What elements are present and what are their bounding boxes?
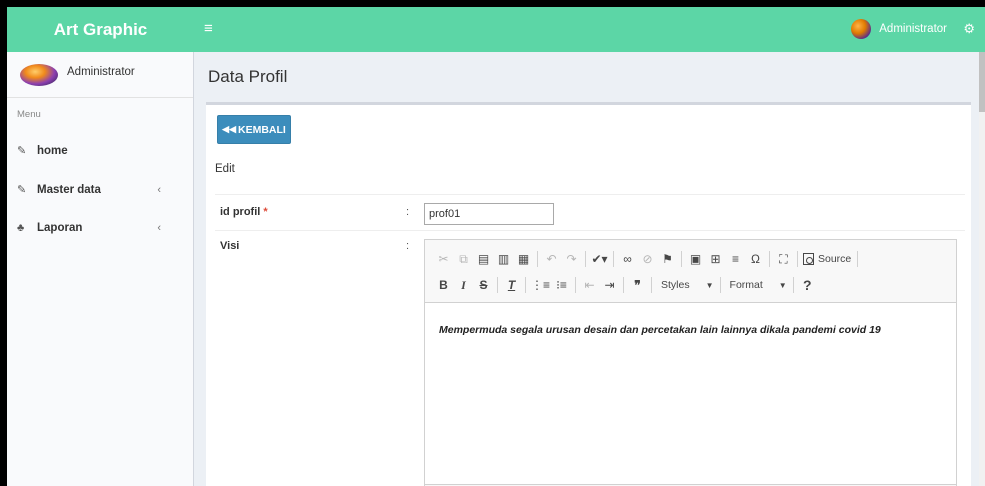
visi-label: Visi (220, 240, 240, 252)
toolbar-separator (585, 251, 586, 267)
copy-icon[interactable]: ⧉ (455, 249, 472, 269)
image-icon[interactable]: ▣ (687, 249, 704, 269)
toolbar-separator (575, 277, 577, 293)
special-char-icon[interactable]: Ω (747, 249, 764, 269)
id-profil-input[interactable] (424, 203, 554, 225)
editor-content[interactable]: Mempermuda segala urusan desain dan perc… (439, 324, 881, 336)
back-button-label: KEMBALI (238, 123, 286, 136)
dropdown-arrow-icon: ▼ (778, 280, 787, 290)
italic-icon[interactable]: I (455, 275, 472, 295)
format-dropdown[interactable]: Format ▼ (726, 275, 791, 295)
sidebar-avatar (20, 64, 58, 86)
sidebar-item-laporan[interactable]: ♣ Laporan ‹ (17, 222, 187, 234)
redo-icon[interactable]: ↷ (563, 249, 580, 269)
toolbar-separator (497, 277, 498, 293)
divider (215, 194, 965, 195)
chevron-left-icon: ‹ (157, 222, 161, 234)
toolbar-separator (769, 251, 770, 267)
format-label: Format (729, 279, 763, 291)
sitemap-icon: ♣ (17, 222, 25, 234)
toolbar-separator (681, 251, 682, 267)
main-content: Data Profil ◀◀ KEMBALI Edit id profil * … (195, 52, 985, 486)
dropdown-arrow-icon: ▼ (705, 280, 714, 290)
user-avatar (851, 19, 872, 39)
toolbar-separator (651, 277, 653, 293)
styles-label: Styles (661, 279, 690, 291)
sidebar: Administrator Menu ✎ home ✎ Master data … (7, 52, 194, 486)
spellcheck-icon[interactable]: ✔▾ (591, 249, 608, 269)
user-menu-name: Administrator (879, 23, 947, 35)
colon-separator: : (406, 240, 410, 252)
bold-icon[interactable]: B (435, 275, 452, 295)
editor-toolbar: ✂ ⧉ ▤ ▥ ▦ ↶ ↷ ✔▾ ∞ ⊘ ⚑ ▣ ⊞ ≡ Ω ⛶ Source … (425, 240, 956, 303)
numbered-list-icon[interactable]: ⋮≡ (531, 275, 550, 295)
paste-icon[interactable]: ▤ (475, 249, 492, 269)
section-label: Edit (215, 163, 235, 175)
toolbar-row-2: B I S T ⋮≡ ⁝≡ ⇤ ⇥ ❞ Styles ▼ Format ▼ ? (435, 275, 819, 295)
sidebar-menu-header: Menu (17, 109, 41, 120)
unlink-icon[interactable]: ⊘ (639, 249, 656, 269)
sidebar-item-master-data[interactable]: ✎ Master data ‹ (17, 183, 187, 197)
link-icon[interactable]: ∞ (619, 249, 636, 269)
page-scrollbar-thumb[interactable] (979, 52, 985, 112)
sidebar-item-home[interactable]: ✎ home (17, 144, 187, 158)
sidebar-user-panel: Administrator (7, 52, 193, 98)
undo-icon[interactable]: ↶ (543, 249, 560, 269)
styles-dropdown[interactable]: Styles ▼ (657, 275, 718, 295)
remove-format-icon[interactable]: T (503, 275, 520, 295)
sidebar-user-name: Administrator (67, 66, 135, 78)
source-icon (803, 253, 814, 265)
brand-logo[interactable]: Art Graphic (7, 7, 194, 52)
colon-separator: : (406, 206, 410, 218)
app-frame: Art Graphic ≡ Administrator ⚙ Administra… (7, 7, 985, 486)
user-menu[interactable]: Administrator (851, 19, 947, 39)
toolbar-separator (537, 251, 538, 267)
toolbar-separator (623, 277, 625, 293)
horizontal-line-icon[interactable]: ≡ (727, 249, 744, 269)
required-mark: * (263, 206, 268, 218)
bullet-list-icon[interactable]: ⁝≡ (553, 275, 570, 295)
help-icon[interactable]: ? (799, 275, 816, 295)
chevron-left-icon: ‹ (157, 183, 161, 196)
indent-icon[interactable]: ⇥ (601, 275, 618, 295)
toolbar-separator (797, 251, 798, 267)
maximize-icon[interactable]: ⛶ (775, 249, 792, 269)
source-button[interactable]: Source (803, 253, 851, 265)
divider (215, 230, 965, 231)
paste-text-icon[interactable]: ▥ (495, 249, 512, 269)
gears-icon[interactable]: ⚙ (963, 21, 975, 37)
blockquote-icon[interactable]: ❞ (629, 275, 646, 295)
edit-icon: ✎ (17, 145, 27, 157)
toolbar-separator (525, 277, 526, 293)
outdent-icon[interactable]: ⇤ (581, 275, 598, 295)
strikethrough-icon[interactable]: S (475, 275, 492, 295)
page-title: Data Profil (208, 67, 288, 86)
top-navbar: Art Graphic ≡ Administrator ⚙ (7, 7, 985, 52)
toolbar-separator (719, 277, 721, 293)
toolbar-row-1: ✂ ⧉ ▤ ▥ ▦ ↶ ↷ ✔▾ ∞ ⊘ ⚑ ▣ ⊞ ≡ Ω ⛶ Source (435, 249, 863, 269)
toolbar-separator (792, 277, 794, 293)
backward-icon: ◀◀ (222, 124, 236, 134)
toolbar-separator (857, 251, 859, 267)
edit-icon: ✎ (17, 184, 27, 196)
rich-text-editor[interactable]: ✂ ⧉ ▤ ▥ ▦ ↶ ↷ ✔▾ ∞ ⊘ ⚑ ▣ ⊞ ≡ Ω ⛶ Source … (424, 239, 957, 486)
sidebar-item-label: Laporan (37, 222, 83, 234)
sidebar-item-label: home (37, 144, 68, 157)
source-label: Source (818, 253, 852, 265)
form-box: ◀◀ KEMBALI Edit id profil * : Visi : ✂ ⧉ (206, 102, 971, 486)
id-profil-label-text: id profil (220, 206, 261, 218)
hamburger-icon[interactable]: ≡ (204, 20, 218, 38)
toolbar-separator (613, 251, 614, 267)
paste-word-icon[interactable]: ▦ (515, 249, 532, 269)
sidebar-item-label: Master data (37, 183, 101, 196)
id-profil-label: id profil * (220, 206, 268, 218)
back-button[interactable]: ◀◀ KEMBALI (217, 115, 291, 144)
page-scrollbar[interactable] (979, 52, 985, 486)
cut-icon[interactable]: ✂ (435, 249, 452, 269)
anchor-flag-icon[interactable]: ⚑ (659, 249, 676, 269)
table-icon[interactable]: ⊞ (707, 249, 724, 269)
